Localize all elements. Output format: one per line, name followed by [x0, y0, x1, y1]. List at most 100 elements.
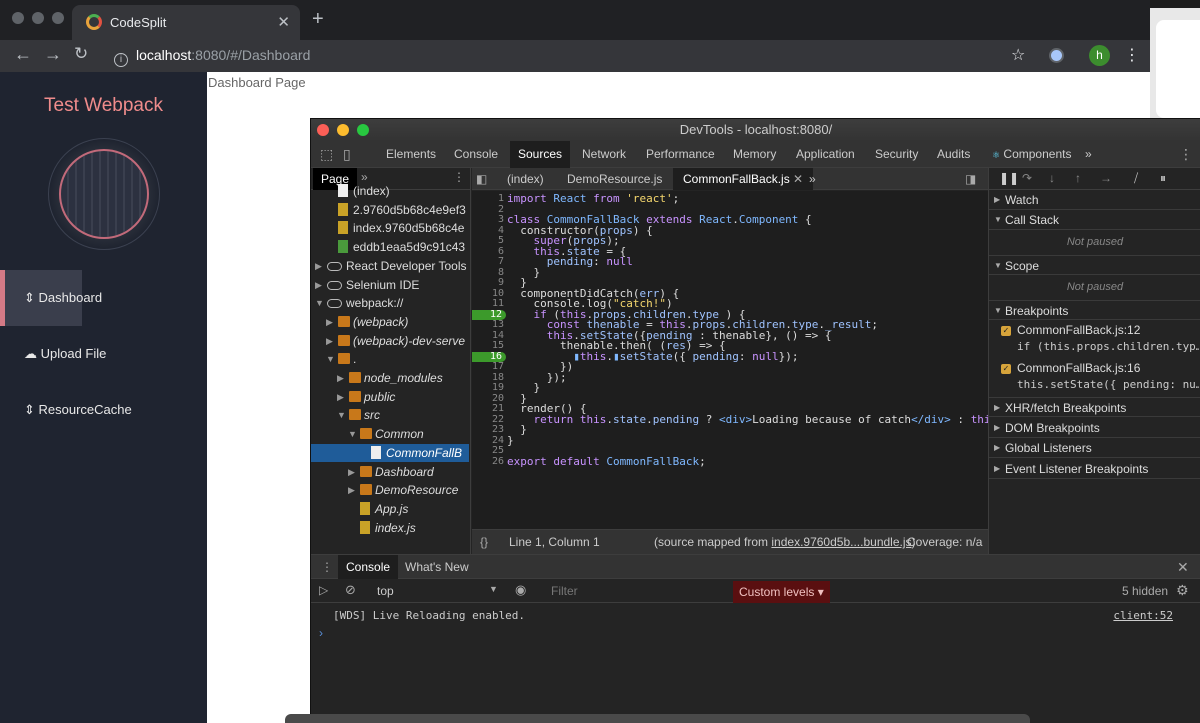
section-event-listener-breakpoints[interactable]: ▶ Event Listener Breakpoints: [989, 459, 1200, 479]
editor-tab-commonfallback[interactable]: CommonFallBack.js ✕: [673, 168, 814, 190]
editor-tab-index[interactable]: (index): [507, 168, 544, 190]
pretty-print-button[interactable]: {}: [480, 530, 488, 554]
tab-security[interactable]: Security: [875, 141, 918, 168]
toggle-navigator-icon[interactable]: ◧: [476, 168, 487, 190]
editor-tab-demoresource[interactable]: DemoResource.js: [567, 168, 662, 190]
tab-sources[interactable]: Sources: [510, 141, 571, 168]
zoom-window-button[interactable]: [52, 12, 64, 24]
tree-item[interactable]: App.js: [311, 500, 469, 519]
section-breakpoints[interactable]: ▼ Breakpoints: [989, 300, 1200, 320]
expand-icon[interactable]: ▶: [326, 313, 333, 331]
collapse-icon[interactable]: ▼: [337, 406, 346, 424]
more-tabs-button[interactable]: »: [1085, 141, 1092, 168]
section-xhr-breakpoints[interactable]: ▶ XHR/fetch Breakpoints: [989, 397, 1200, 417]
browser-tab[interactable]: CodeSplit ✕: [72, 5, 300, 40]
sidebar-toggle-icon[interactable]: ▷: [319, 583, 328, 597]
pause-on-exceptions-icon[interactable]: ⏸: [1160, 171, 1166, 186]
drawer-menu-icon[interactable]: ⋮: [321, 555, 333, 579]
collapse-icon[interactable]: ▼: [315, 294, 324, 312]
collapse-icon[interactable]: ▼: [348, 425, 357, 443]
minimize-window-button[interactable]: [32, 12, 44, 24]
line-number[interactable]: 13: [472, 319, 504, 331]
tree-item[interactable]: ▶ Dashboard: [311, 463, 469, 482]
step-over-icon[interactable]: ↷: [1022, 171, 1032, 185]
expand-icon[interactable]: ▶: [337, 388, 344, 406]
console-message-source[interactable]: client:52: [1113, 609, 1173, 622]
section-global-listeners[interactable]: ▶ Global Listeners: [989, 438, 1200, 458]
profile-avatar[interactable]: h: [1089, 45, 1110, 66]
expand-icon[interactable]: ▶: [337, 369, 344, 387]
breakpoint-checkbox[interactable]: ✓: [1001, 326, 1011, 336]
line-number[interactable]: 5: [472, 235, 504, 247]
sidebar-item-upload-file[interactable]: ☁ Upload File: [0, 326, 207, 382]
tab-network[interactable]: Network: [582, 141, 626, 168]
tree-item[interactable]: ▼ webpack://: [311, 294, 469, 313]
new-tab-button[interactable]: +: [312, 8, 324, 31]
tab-performance[interactable]: Performance: [646, 141, 715, 168]
expand-icon[interactable]: ▶: [315, 276, 322, 294]
step-into-icon[interactable]: ↓: [1049, 171, 1055, 185]
expand-icon[interactable]: ▶: [315, 257, 322, 275]
tree-item[interactable]: ▼ Common: [311, 425, 469, 444]
line-number[interactable]: 23: [472, 424, 504, 436]
inspect-element-icon[interactable]: ⬚: [320, 146, 333, 163]
forward-icon[interactable]: →: [44, 44, 62, 65]
extension-icon[interactable]: [1049, 48, 1064, 63]
more-editor-tabs-button[interactable]: »: [809, 168, 816, 190]
line-number[interactable]: 9: [472, 277, 504, 289]
chevron-down-icon[interactable]: ▼: [489, 584, 498, 594]
eye-icon[interactable]: ◉: [515, 582, 526, 598]
tab-audits[interactable]: Audits: [937, 141, 970, 168]
custom-levels-button[interactable]: Custom levels ▾: [733, 581, 830, 603]
tree-item[interactable]: ▶ public: [311, 388, 469, 407]
step-out-icon[interactable]: ↑: [1075, 171, 1081, 185]
tab-whats-new[interactable]: What's New: [405, 555, 469, 579]
device-toolbar-icon[interactable]: ▯: [343, 146, 351, 163]
collapse-icon[interactable]: ▼: [326, 350, 335, 368]
console-prompt[interactable]: ›: [319, 626, 323, 640]
pause-icon[interactable]: ❚❚: [999, 171, 1019, 185]
bookmark-star-icon[interactable]: ☆: [1011, 45, 1025, 65]
tab-application[interactable]: Application: [796, 141, 855, 168]
tab-elements[interactable]: Elements: [386, 141, 436, 168]
tab-console[interactable]: Console: [454, 141, 498, 168]
line-number[interactable]: 26: [472, 456, 504, 468]
devtools-menu-icon[interactable]: ⋮: [1179, 146, 1193, 163]
toggle-debugger-icon[interactable]: ◨: [965, 168, 976, 190]
close-window-button[interactable]: [317, 124, 329, 136]
tab-close-icon[interactable]: ✕: [277, 13, 290, 31]
close-drawer-icon[interactable]: ✕: [1177, 555, 1189, 579]
line-number[interactable]: 17: [472, 361, 504, 373]
gear-icon[interactable]: ⚙: [1176, 582, 1189, 599]
tree-item[interactable]: CommonFallB: [311, 443, 469, 463]
line-number[interactable]: 19: [472, 382, 504, 394]
tree-item[interactable]: (index): [311, 182, 469, 201]
breakpoint-file[interactable]: CommonFallBack.js:12: [1017, 323, 1140, 337]
tree-item[interactable]: ▶ Selenium IDE: [311, 276, 469, 295]
tree-item[interactable]: 2.9760d5b68c4e9ef3: [311, 201, 469, 220]
tab-memory[interactable]: Memory: [733, 141, 776, 168]
line-number[interactable]: 25: [472, 445, 504, 457]
filter-input[interactable]: Filter: [551, 584, 578, 598]
code-editor[interactable]: 1 import React from 'react'; 2 3 class Commo…: [472, 191, 988, 529]
back-icon[interactable]: ←: [14, 44, 32, 65]
tree-item[interactable]: eddb1eaa5d9c91c43: [311, 238, 469, 257]
expand-icon[interactable]: ▶: [348, 481, 355, 499]
sidebar-item-dashboard[interactable]: ⇕ Dashboard: [0, 270, 207, 326]
tree-item[interactable]: ▼.: [311, 350, 469, 369]
section-scope[interactable]: ▼ Scope: [989, 255, 1200, 275]
line-number[interactable]: 11: [472, 298, 504, 310]
expand-icon[interactable]: ▶: [326, 332, 333, 350]
expand-icon[interactable]: ▶: [348, 463, 355, 481]
step-icon[interactable]: →: [1100, 171, 1112, 185]
deactivate-breakpoints-icon[interactable]: ⧸: [1134, 171, 1138, 186]
line-number[interactable]: 21: [472, 403, 504, 415]
address-bar[interactable]: i localhost:8080/#/Dashboard: [114, 47, 310, 67]
info-icon[interactable]: i: [114, 53, 128, 67]
tree-item[interactable]: index.9760d5b68c4e: [311, 219, 469, 238]
tab-console-drawer[interactable]: Console: [338, 555, 399, 579]
line-number[interactable]: 7: [472, 256, 504, 268]
line-number[interactable]: 15: [472, 340, 504, 352]
section-dom-breakpoints[interactable]: ▶ DOM Breakpoints: [989, 418, 1200, 438]
breakpoint-checkbox[interactable]: ✓: [1001, 364, 1011, 374]
